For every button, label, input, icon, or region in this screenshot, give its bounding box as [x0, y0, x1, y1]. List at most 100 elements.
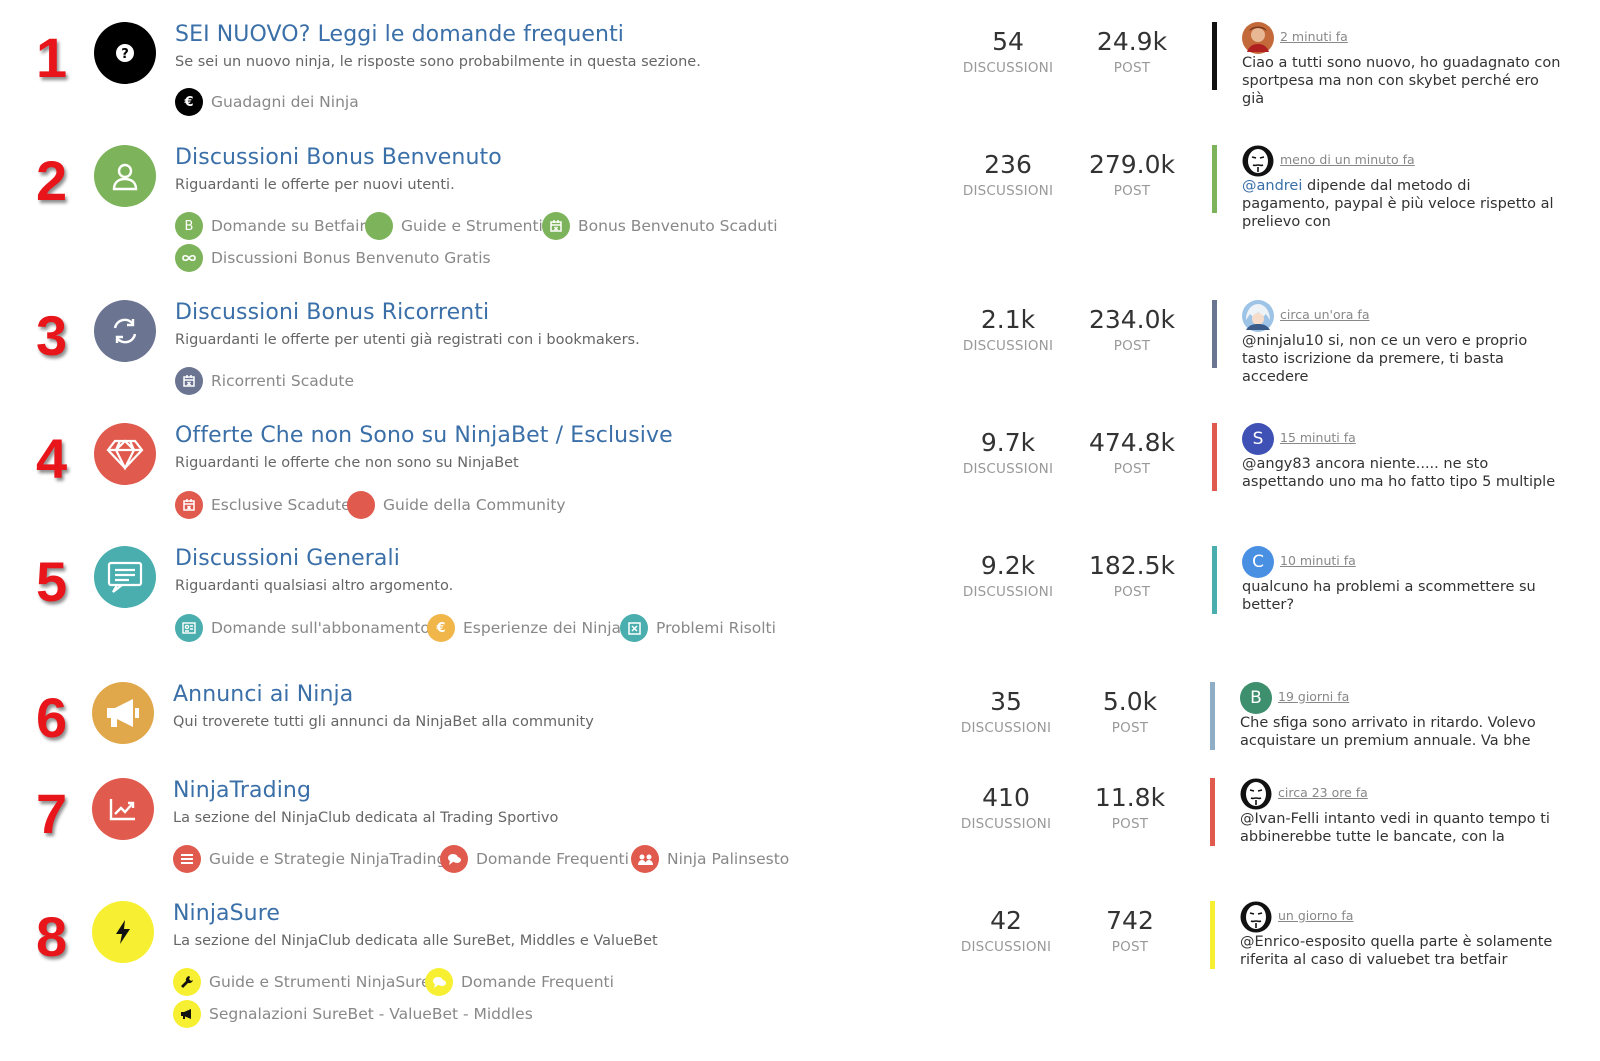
- subcategory-link[interactable]: Guide e Strumenti NinjaSure: [173, 968, 431, 996]
- subcategory-label: Domande su Betfair: [211, 217, 366, 235]
- subcategory-label: Ninja Palinsesto: [667, 850, 790, 868]
- latest-post-time[interactable]: 10 minuti fa: [1280, 553, 1356, 568]
- latest-post-text[interactable]: @Enrico-esposito quella parte è solament…: [1240, 933, 1560, 969]
- posts-count: 11.8k: [1094, 783, 1166, 812]
- posts-label: POST: [1113, 337, 1151, 354]
- subcategory-link[interactable]: B Domande su Betfair: [175, 212, 366, 240]
- discussions-count: 410: [982, 783, 1030, 812]
- category-description: Riguardanti le offerte per nuovi utenti.: [175, 177, 455, 193]
- subcategory-link[interactable]: Domande sull'abbonamento: [175, 614, 430, 642]
- latest-post-text[interactable]: qualcuno ha problemi a scommettere su be…: [1242, 578, 1562, 614]
- latest-post-time[interactable]: circa 23 ore fa: [1278, 785, 1368, 800]
- posts-count: 5.0k: [1102, 687, 1158, 716]
- user-photo-avatar[interactable]: [1242, 22, 1274, 54]
- discussions-stat: 410 DISCUSSIONI: [951, 784, 1061, 832]
- subcategory-link[interactable]: Esclusive Scadute: [175, 491, 351, 519]
- subcategory-label: Segnalazioni SureBet - ValueBet - Middle…: [209, 1005, 533, 1023]
- latest-post-time[interactable]: meno di un minuto fa: [1280, 152, 1415, 167]
- subcategory-link[interactable]: Discussioni Bonus Benvenuto Gratis: [175, 244, 491, 272]
- posts-label: POST: [1113, 460, 1151, 477]
- posts-label: POST: [1111, 719, 1149, 736]
- discussions-stat: 54 DISCUSSIONI: [953, 28, 1063, 76]
- category-description: Riguardanti le offerte che non sono su N…: [175, 455, 519, 471]
- wrench-icon: [173, 968, 201, 996]
- rank-number: 1: [36, 26, 68, 89]
- user-mention[interactable]: @andrei: [1242, 178, 1302, 194]
- posts-label: POST: [1113, 182, 1151, 199]
- subcategory-link[interactable]: Ninja Palinsesto: [631, 845, 789, 873]
- latest-accent-bar: [1210, 901, 1215, 969]
- discussions-label: DISCUSSIONI: [960, 719, 1052, 736]
- subcategory-link[interactable]: Guide e Strumenti: [365, 212, 543, 240]
- comments-icon: [440, 845, 468, 873]
- category-title-link[interactable]: Discussioni Bonus Benvenuto: [175, 145, 502, 170]
- rank-number: 6: [36, 686, 68, 749]
- letter-c-avatar[interactable]: C: [1242, 546, 1274, 578]
- category-title-link[interactable]: Offerte Che non Sono su NinjaBet / Esclu…: [175, 423, 673, 448]
- megaphone-icon: [92, 682, 154, 744]
- posts-label: POST: [1113, 583, 1151, 600]
- category-title-link[interactable]: Discussioni Bonus Ricorrenti: [175, 300, 489, 325]
- discussions-stat: 236 DISCUSSIONI: [953, 151, 1063, 199]
- subcategory-link[interactable]: € Guadagni dei Ninja: [175, 88, 359, 116]
- posts-stat: 182.5k POST: [1077, 552, 1187, 600]
- posts-count: 742: [1106, 906, 1154, 935]
- category-title-link[interactable]: SEI NUOVO? Leggi le domande frequenti: [175, 22, 624, 47]
- subcategory-link[interactable]: Ricorrenti Scadute: [175, 367, 354, 395]
- latest-post-time[interactable]: un giorno fa: [1278, 908, 1353, 923]
- discussions-label: DISCUSSIONI: [962, 583, 1054, 600]
- x-box-icon: [620, 614, 648, 642]
- trending-up-icon: [92, 778, 154, 840]
- subcategory-label: Guadagni dei Ninja: [211, 93, 359, 111]
- letter-b-avatar[interactable]: B: [1240, 682, 1272, 714]
- posts-count: 182.5k: [1088, 551, 1176, 580]
- anonymous-mask-avatar[interactable]: [1240, 778, 1272, 810]
- latest-post-text[interactable]: @ninjalu10 si, non ce un vero e proprio …: [1242, 332, 1562, 386]
- letter-s-avatar[interactable]: S: [1242, 423, 1274, 455]
- anonymous-mask-avatar[interactable]: [1242, 145, 1274, 177]
- subcategory-link[interactable]: Domande Frequenti: [425, 968, 614, 996]
- latest-post-text[interactable]: Che sfiga sono arrivato in ritardo. Vole…: [1240, 714, 1560, 750]
- category-title-link[interactable]: Annunci ai Ninja: [173, 682, 353, 707]
- subcategory-link[interactable]: Domande Frequenti: [440, 845, 629, 873]
- category-title-link[interactable]: NinjaSure: [173, 901, 280, 926]
- rank-number: 2: [36, 149, 68, 212]
- discussions-count: 236: [984, 150, 1032, 179]
- category-description: Se sei un nuovo ninja, le risposte sono …: [175, 54, 701, 70]
- category-title-link[interactable]: Discussioni Generali: [175, 546, 400, 571]
- anonymous-mask-avatar[interactable]: [1240, 901, 1272, 933]
- dot-icon: [365, 212, 393, 240]
- latest-post-time[interactable]: circa un'ora fa: [1280, 307, 1369, 322]
- posts-count: 24.9k: [1096, 27, 1168, 56]
- posts-label: POST: [1111, 815, 1149, 832]
- latest-post-time[interactable]: 19 giorni fa: [1278, 689, 1349, 704]
- latest-post-text[interactable]: @angy83 ancora niente..... ne sto aspett…: [1242, 455, 1562, 491]
- category-title-link[interactable]: NinjaTrading: [173, 778, 311, 803]
- latest-accent-bar: [1212, 546, 1217, 614]
- subcategory-link[interactable]: Segnalazioni SureBet - ValueBet - Middle…: [173, 1000, 533, 1028]
- svg-text:?: ?: [121, 47, 129, 62]
- subcategory-link[interactable]: € Esperienze dei Ninja: [427, 614, 621, 642]
- latest-post-text[interactable]: Ciao a tutti sono nuovo, ho guadagnato c…: [1242, 54, 1562, 108]
- latest-post-time[interactable]: 15 minuti fa: [1280, 430, 1356, 445]
- calendar-x-icon: [542, 212, 570, 240]
- anime-avatar[interactable]: [1242, 300, 1274, 332]
- latest-post-time[interactable]: 2 minuti fa: [1280, 29, 1348, 44]
- subcategory-link[interactable]: Bonus Benvenuto Scaduti: [542, 212, 778, 240]
- discussions-stat: 2.1k DISCUSSIONI: [953, 306, 1063, 354]
- subcategory-link[interactable]: Problemi Risolti: [620, 614, 776, 642]
- posts-stat: 11.8k POST: [1075, 784, 1185, 832]
- subcategory-link[interactable]: Guide e Strategie NinjaTrading: [173, 845, 446, 873]
- rank-number: 7: [36, 782, 68, 845]
- latest-accent-bar: [1212, 145, 1217, 213]
- category-description: La sezione del NinjaClub dedicata al Tra…: [173, 810, 559, 826]
- posts-stat: 5.0k POST: [1075, 688, 1185, 736]
- posts-count: 279.0k: [1088, 150, 1176, 179]
- latest-post-text[interactable]: @Ivan-Felli intanto vedi in quanto tempo…: [1240, 810, 1560, 846]
- discussions-stat: 9.2k DISCUSSIONI: [953, 552, 1063, 600]
- subcategory-label: Domande sull'abbonamento: [211, 619, 430, 637]
- subcategory-link[interactable]: Guide della Community: [347, 491, 566, 519]
- latest-post-text[interactable]: @andrei dipende dal metodo di pagamento,…: [1242, 177, 1562, 231]
- posts-label: POST: [1113, 59, 1151, 76]
- refresh-icon: [94, 300, 156, 362]
